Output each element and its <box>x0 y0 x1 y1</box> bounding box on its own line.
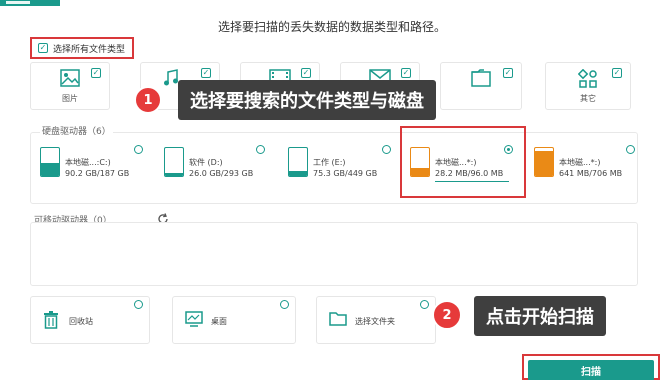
drive-item-d[interactable]: 软件 (D:) 26.0 GB/293 GB <box>164 145 274 185</box>
annotation-step-1-text: 选择要搜索的文件类型与磁盘 <box>178 80 436 120</box>
annotation-step-1-number: 1 <box>134 86 162 114</box>
drive-name: 软件 (D:) <box>189 158 223 167</box>
drive-icon <box>40 147 60 177</box>
audio-icon <box>164 69 178 86</box>
annotation-step-2-badge: 2 <box>432 300 462 330</box>
file-type-card-other[interactable]: ✓ 其它 <box>545 62 631 110</box>
file-type-label-other: 其它 <box>580 94 596 103</box>
drive-radio[interactable] <box>626 145 635 154</box>
document-icon <box>471 69 491 87</box>
drive-icon <box>164 147 184 177</box>
image-icon <box>60 69 80 87</box>
window-titlebar-fragment <box>0 0 60 6</box>
annotation-step-2-number: 2 <box>432 300 462 330</box>
trash-icon <box>44 311 58 329</box>
desktop-icon <box>185 311 203 327</box>
removable-drives-panel <box>30 222 638 286</box>
drive-name: 本地磁...:C:) <box>65 158 111 167</box>
location-recycle-bin[interactable]: 回收站 <box>30 296 150 344</box>
drive-radio[interactable] <box>382 145 391 154</box>
email-checkbox[interactable]: ✓ <box>401 68 411 78</box>
audio-checkbox[interactable]: ✓ <box>201 68 211 78</box>
location-radio[interactable] <box>134 300 143 309</box>
select-all-label: 选择所有文件类型 <box>53 44 126 55</box>
location-desktop[interactable]: 桌面 <box>172 296 296 344</box>
drive-radio[interactable] <box>256 145 265 154</box>
drive-icon <box>288 147 308 177</box>
location-select-folder[interactable]: 选择文件夹 <box>316 296 436 344</box>
drive-size: 75.3 GB/449 GB <box>313 169 378 178</box>
drive-size: 90.2 GB/187 GB <box>65 169 130 178</box>
drive-size: 26.0 GB/293 GB <box>189 169 254 178</box>
file-type-label-images: 图片 <box>62 94 78 103</box>
select-all-file-types[interactable]: ✓ 选择所有文件类型 <box>30 37 134 59</box>
drive-item-local-2[interactable]: 本地磁...*:) 641 MB/706 MB <box>534 145 638 185</box>
drive-icon <box>534 147 554 177</box>
drive-size: 641 MB/706 MB <box>559 169 623 178</box>
location-radio[interactable] <box>280 300 289 309</box>
select-all-checkbox[interactable]: ✓ <box>38 43 48 53</box>
location-radio[interactable] <box>420 300 429 309</box>
drive-item-c[interactable]: 本地磁...:C:) 90.2 GB/187 GB <box>40 145 150 185</box>
location-label: 回收站 <box>69 317 93 326</box>
selected-drive-highlight <box>400 126 526 198</box>
documents-checkbox[interactable]: ✓ <box>503 68 513 78</box>
location-label: 桌面 <box>211 317 227 326</box>
drive-radio[interactable] <box>134 145 143 154</box>
annotation-step-1-badge: 1 <box>134 86 162 114</box>
folder-icon <box>329 312 347 326</box>
hard-drives-title: 硬盘驱动器（6） <box>40 124 113 137</box>
drive-name: 本地磁...*:) <box>559 158 601 167</box>
drive-name: 工作 (E:) <box>313 158 346 167</box>
annotation-step-1: 选择要搜索的文件类型与磁盘 <box>178 80 436 120</box>
other-checkbox[interactable]: ✓ <box>612 68 622 78</box>
drive-item-e[interactable]: 工作 (E:) 75.3 GB/449 GB <box>288 145 398 185</box>
video-checkbox[interactable]: ✓ <box>301 68 311 78</box>
location-label: 选择文件夹 <box>355 317 395 326</box>
file-type-card-documents[interactable]: ✓ <box>440 62 522 110</box>
page-heading: 选择要扫描的丢失数据的数据类型和路径。 <box>217 20 446 34</box>
other-icon <box>578 69 597 88</box>
images-checkbox[interactable]: ✓ <box>91 68 101 78</box>
annotation-step-2: 点击开始扫描 <box>474 296 606 336</box>
file-type-card-images[interactable]: ✓ 图片 <box>30 62 110 110</box>
annotation-step-2-text: 点击开始扫描 <box>474 296 606 336</box>
scan-button[interactable]: 扫描 <box>528 360 654 380</box>
